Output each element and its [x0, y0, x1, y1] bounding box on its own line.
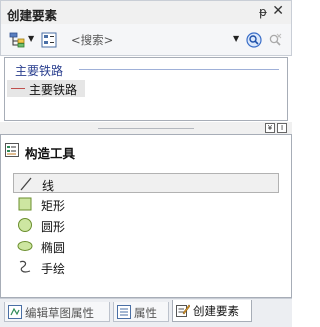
collapse-icon[interactable]: ¥: [265, 123, 275, 133]
organize-templates-icon[interactable]: [9, 32, 25, 48]
freehand-icon: [19, 260, 31, 273]
line-symbol-swatch: [11, 88, 25, 89]
close-icon[interactable]: ✕: [272, 3, 284, 19]
search-input[interactable]: [71, 31, 221, 49]
tab-create-features[interactable]: 创建要素: [172, 300, 252, 322]
tools-title: 构造工具: [25, 146, 76, 161]
tool-rectangle[interactable]: 矩形: [13, 194, 279, 214]
group-divider: [79, 69, 279, 70]
tool-label: 矩形: [41, 199, 66, 213]
create-features-icon: [176, 304, 190, 317]
tool-line[interactable]: 线: [13, 173, 279, 193]
magnifier-icon[interactable]: [246, 32, 262, 48]
tab-edit-sketch-properties[interactable]: 编辑草图属性: [4, 302, 110, 322]
toggle-icon[interactable]: I: [277, 123, 287, 133]
tab-label: 编辑草图属性: [25, 306, 94, 320]
view-options-icon[interactable]: [41, 32, 57, 48]
construction-tools-icon: [5, 143, 19, 157]
clear-search-icon[interactable]: [267, 32, 283, 48]
organize-dropdown-arrow[interactable]: ▼: [28, 34, 34, 43]
line-icon: [20, 177, 32, 191]
splitter-grip[interactable]: [98, 128, 194, 129]
tool-ellipse[interactable]: 椭圆: [13, 236, 279, 256]
tool-label: 椭圆: [41, 241, 66, 255]
feature-templates-list: 主要铁路 主要铁路: [4, 57, 288, 121]
search-dropdown-arrow[interactable]: ▼: [233, 34, 239, 43]
construction-tools-panel: 构造工具 线 矩形 圆形 椭圆 手绘: [0, 134, 292, 298]
tab-label: 属性: [134, 306, 157, 320]
template-group-header[interactable]: 主要铁路: [15, 62, 63, 79]
tool-circle[interactable]: 圆形: [13, 215, 279, 235]
pin-icon[interactable]: ᵽ: [259, 5, 267, 19]
tool-label: 手绘: [41, 262, 66, 276]
tool-label: 线: [42, 179, 55, 193]
tab-attributes[interactable]: 属性: [113, 302, 169, 322]
panel-splitter[interactable]: ¥ I: [0, 122, 292, 134]
tool-freehand[interactable]: 手绘: [13, 257, 279, 277]
rectangle-icon: [18, 197, 32, 211]
window-titlebar: 创建要素 ᵽ ✕: [0, 0, 292, 24]
edit-sketch-properties-icon: [8, 305, 22, 319]
templates-toolbar: ▼ ▼: [0, 24, 292, 56]
window-tabbar: 编辑草图属性 属性 创建要素: [0, 298, 292, 327]
attributes-icon: [117, 305, 131, 319]
circle-icon: [18, 218, 32, 232]
window-title: 创建要素: [7, 8, 58, 23]
template-label: 主要铁路: [29, 83, 78, 97]
ellipse-icon: [17, 241, 33, 251]
template-item-main-railway[interactable]: 主要铁路: [7, 80, 85, 97]
tool-label: 圆形: [41, 220, 66, 234]
tab-label: 创建要素: [193, 304, 239, 318]
